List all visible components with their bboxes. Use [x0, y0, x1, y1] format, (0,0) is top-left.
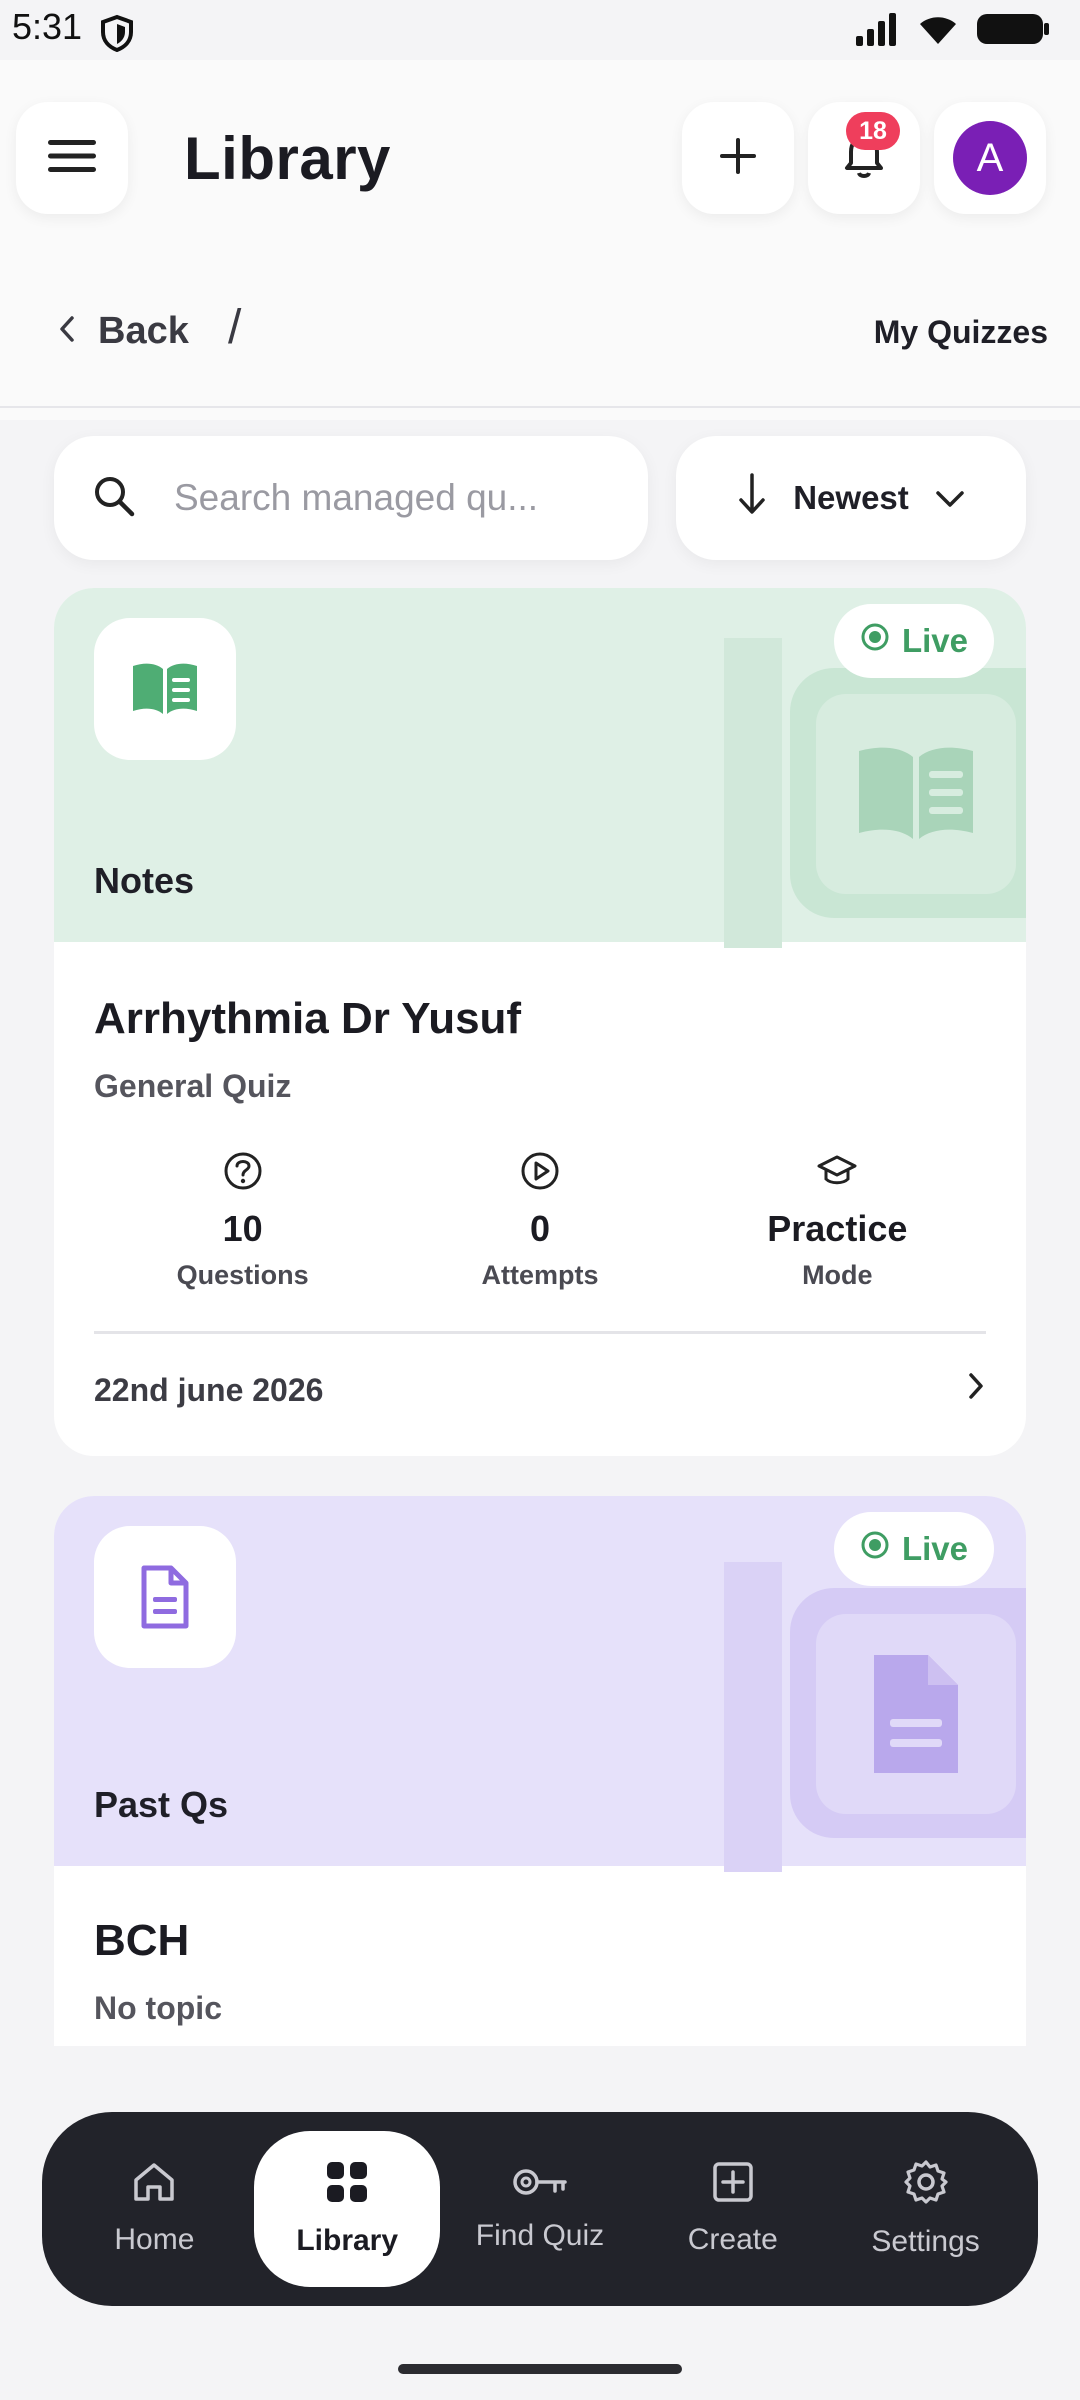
- home-indicator[interactable]: [398, 2364, 682, 2374]
- card-footer[interactable]: 22nd june 2026: [94, 1334, 986, 1446]
- book-icon: [94, 618, 236, 760]
- nav-label: Home: [114, 2223, 195, 2256]
- grid-icon: [325, 2160, 369, 2212]
- profile-button[interactable]: A: [934, 102, 1046, 214]
- question-circle-icon: [223, 1151, 263, 1196]
- live-badge: Live: [833, 1512, 994, 1586]
- header-divider: [0, 406, 1080, 408]
- card-body: Arrhythmia Dr Yusuf General Quiz 10 Ques…: [54, 942, 1026, 1446]
- quiz-title: Arrhythmia Dr Yusuf: [94, 994, 522, 1043]
- back-button[interactable]: Back: [58, 310, 189, 353]
- sort-label: Newest: [793, 479, 909, 516]
- wifi-icon: [916, 12, 960, 51]
- sort-dropdown[interactable]: Newest: [676, 436, 1026, 560]
- battery-icon: [976, 12, 1050, 51]
- nav-label: Find Quiz: [475, 2219, 605, 2252]
- bottom-navigation: Home Library Find Quiz Create Settings: [42, 2112, 1038, 2306]
- play-circle-icon: [520, 1151, 560, 1196]
- page-title: Library: [184, 125, 391, 192]
- key-icon: [511, 2165, 569, 2207]
- live-badge: Live: [833, 604, 994, 678]
- nav-find-quiz[interactable]: Find Quiz: [447, 2131, 633, 2287]
- nav-label: Library: [296, 2224, 399, 2257]
- stat-label: Attempts: [481, 1260, 599, 1290]
- breadcrumb-separator: /: [228, 301, 242, 354]
- nav-create[interactable]: Create: [640, 2131, 826, 2287]
- quiz-subtitle: No topic: [94, 1990, 222, 2026]
- card-header: Live Past Qs: [54, 1496, 1026, 1872]
- plus-square-icon: [712, 2161, 754, 2211]
- card-category: Past Qs: [94, 1784, 229, 1825]
- nav-settings[interactable]: Settings: [833, 2131, 1019, 2287]
- quiz-date: 22nd june 2026: [94, 1371, 324, 1408]
- avatar: A: [953, 121, 1027, 195]
- stat-label: Questions: [176, 1260, 309, 1290]
- quiz-card[interactable]: Live Past Qs BCH No topic: [54, 1496, 1026, 2046]
- card-category: Notes: [94, 860, 195, 901]
- quiz-subtitle: General Quiz: [94, 1068, 292, 1104]
- header-background: [0, 60, 1080, 420]
- quiz-stats: 10 Questions 0 Attempts Practice Mode: [94, 1151, 986, 1291]
- notifications-button[interactable]: 18: [808, 102, 920, 214]
- stat-questions: 10 Questions: [94, 1151, 391, 1291]
- status-time: 5:31: [12, 6, 83, 47]
- stat-value: 10: [222, 1208, 263, 1249]
- shield-icon: [100, 14, 134, 57]
- graduation-cap-icon: [816, 1151, 858, 1196]
- card-decoration: [724, 638, 782, 948]
- card-decoration: [790, 668, 1026, 918]
- nav-library[interactable]: Library: [254, 2131, 441, 2287]
- card-decoration: [790, 1588, 1026, 1838]
- home-icon: [132, 2161, 176, 2211]
- breadcrumb-current[interactable]: My Quizzes: [874, 314, 1048, 351]
- status-icons: [854, 12, 1050, 51]
- card-decoration: [724, 1562, 782, 1872]
- stat-mode: Practice Mode: [689, 1151, 986, 1291]
- card-body: BCH No topic: [54, 1866, 1026, 2027]
- chevron-left-icon: [58, 310, 76, 353]
- back-label: Back: [98, 310, 189, 352]
- hamburger-icon: [48, 138, 96, 179]
- live-label: Live: [901, 1530, 968, 1567]
- search-box[interactable]: [54, 436, 648, 560]
- quiz-title: BCH: [94, 1916, 190, 1965]
- live-label: Live: [901, 622, 968, 659]
- plus-icon: [718, 136, 758, 181]
- stat-attempts: 0 Attempts: [391, 1151, 688, 1291]
- document-icon: [94, 1526, 236, 1668]
- notification-badge: 18: [846, 112, 900, 150]
- card-header: Live Notes: [54, 588, 1026, 948]
- menu-button[interactable]: [16, 102, 128, 214]
- stat-label: Mode: [802, 1260, 873, 1290]
- gear-icon: [903, 2159, 949, 2213]
- live-dot-icon: [860, 622, 890, 660]
- live-dot-icon: [860, 1530, 890, 1568]
- search-input[interactable]: [172, 476, 596, 520]
- chevron-down-icon: [935, 479, 965, 517]
- stat-value: 0: [529, 1208, 550, 1249]
- nav-home[interactable]: Home: [61, 2131, 247, 2287]
- nav-label: Create: [687, 2223, 778, 2256]
- search-icon: [92, 474, 136, 523]
- nav-label: Settings: [871, 2225, 980, 2258]
- signal-icon: [854, 12, 900, 51]
- chevron-right-icon: [966, 1371, 986, 1409]
- arrow-down-icon: [737, 472, 767, 524]
- stat-value: Practice: [767, 1208, 908, 1249]
- quiz-card[interactable]: Live Notes Arrhythmia Dr Yusuf General Q…: [54, 588, 1026, 1456]
- add-button[interactable]: [682, 102, 794, 214]
